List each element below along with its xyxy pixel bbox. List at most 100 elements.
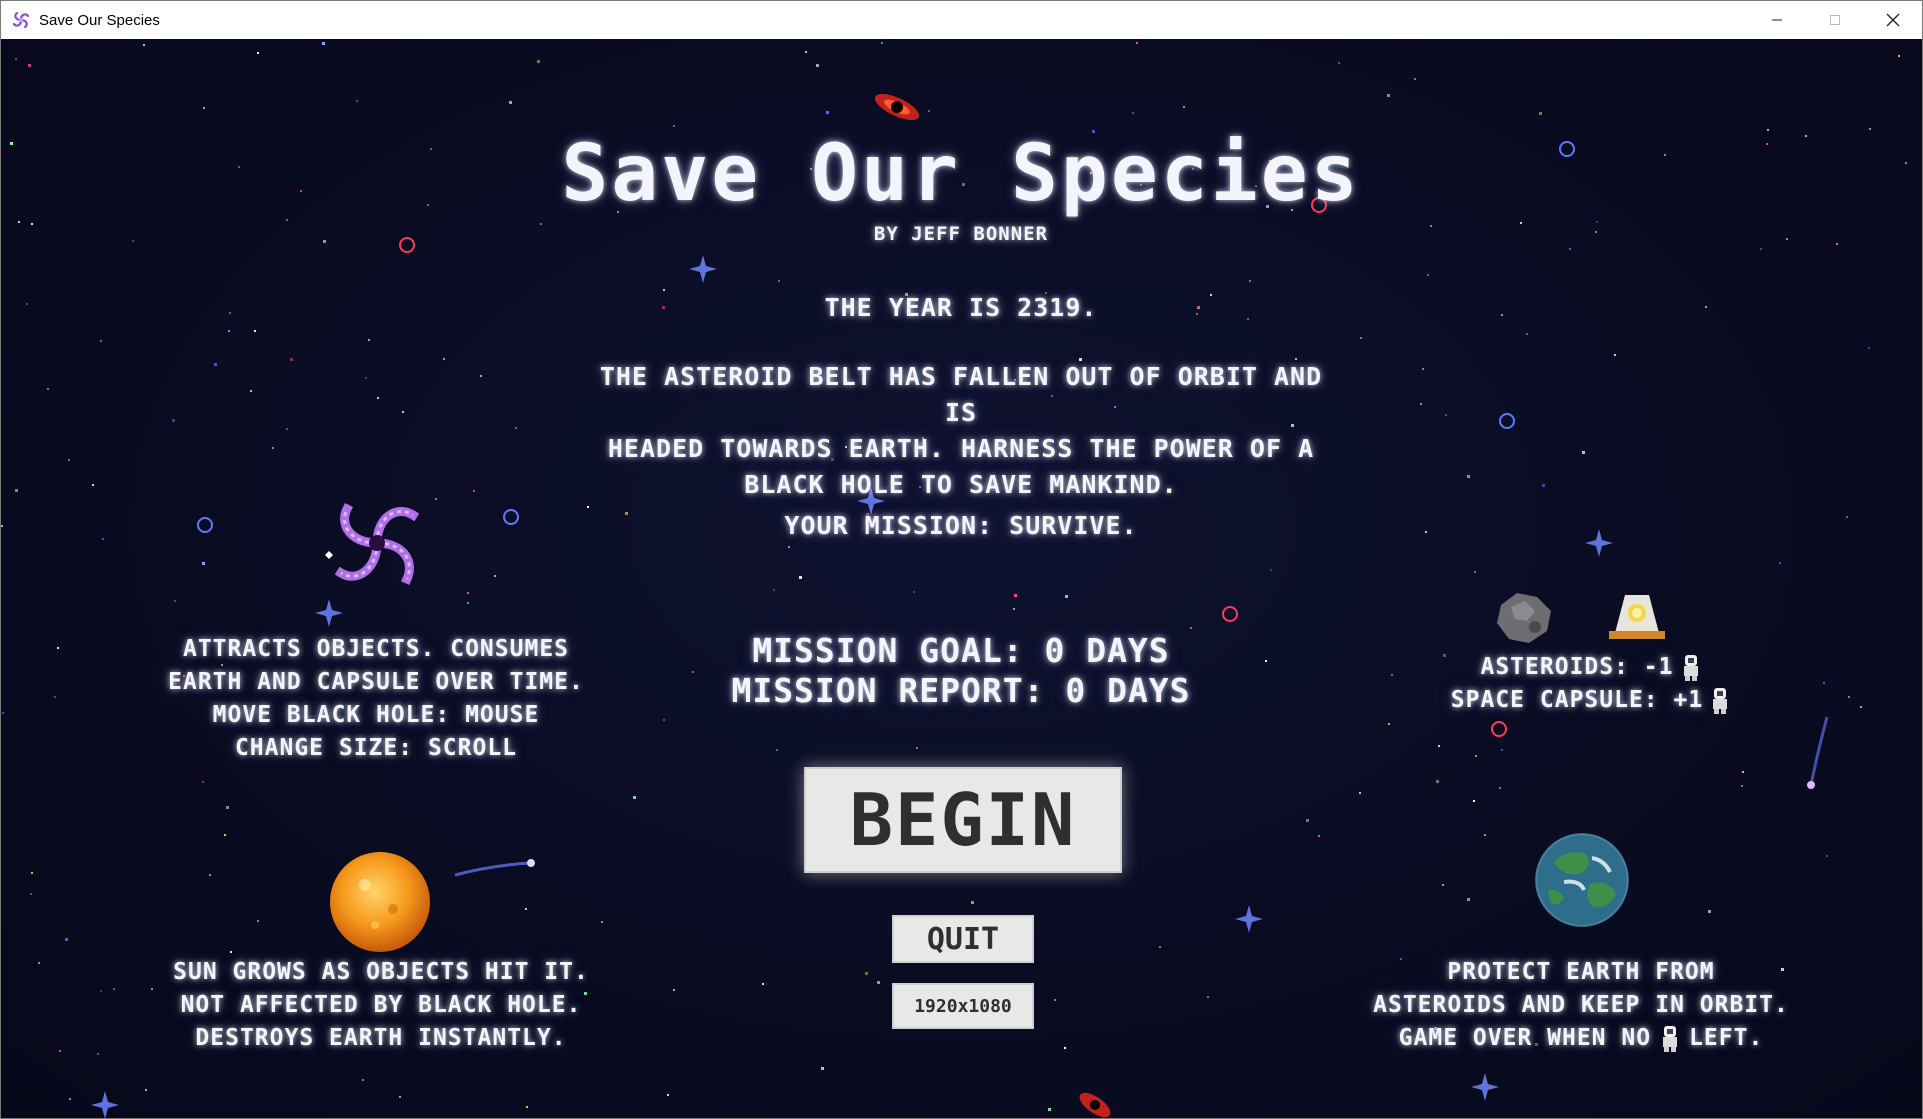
star: [1048, 1108, 1051, 1111]
star: [467, 592, 469, 594]
star: [633, 796, 636, 799]
star: [816, 64, 819, 67]
star: [31, 223, 33, 225]
sparkle-star: [689, 255, 717, 283]
star: [1767, 129, 1769, 131]
maximize-button[interactable]: [1806, 1, 1864, 39]
sparkle-star: [1585, 529, 1613, 557]
star: [1427, 274, 1429, 276]
star: [97, 1053, 99, 1055]
star: [865, 972, 868, 975]
star: [174, 600, 176, 602]
star: [1742, 771, 1744, 773]
star: [762, 983, 764, 985]
star: [1614, 354, 1616, 356]
close-button[interactable]: [1864, 1, 1922, 39]
title-bar[interactable]: Save Our Species: [1, 1, 1922, 39]
author-credit: BY JEFF BONNER: [873, 223, 1049, 245]
star: [1438, 745, 1440, 747]
star: [1318, 835, 1320, 837]
star: [1826, 855, 1828, 857]
star: [286, 428, 288, 430]
star: [805, 51, 807, 53]
minimize-icon: [1772, 19, 1782, 21]
star: [1475, 755, 1477, 757]
astronaut-icon: [1683, 654, 1698, 681]
star: [10, 142, 13, 145]
spiral-galaxy-icon: [12, 11, 30, 29]
intro-story-line: BLACK HOLE TO SAVE MANKIND.: [744, 470, 1178, 499]
star: [399, 1096, 401, 1098]
earth-help: PROTECT EARTH FROM ASTEROIDS AND KEEP IN…: [1361, 956, 1801, 1055]
sun-help: SUN GROWS AS OBJECTS HIT IT. NOT AFFECTE…: [151, 956, 611, 1055]
star: [1338, 62, 1340, 64]
star: [821, 1067, 824, 1070]
star: [15, 489, 18, 492]
star: [1869, 128, 1871, 130]
help-text: GAME OVER WHEN NO: [1398, 1025, 1652, 1051]
intro-story-line: HEADED TOWARDS EARTH. HARNESS THE POWER …: [607, 434, 1315, 463]
star: [1065, 595, 1068, 598]
star: [226, 806, 229, 809]
ring-star: [1222, 606, 1238, 622]
star: [430, 148, 432, 150]
star: [435, 498, 437, 500]
star: [1359, 792, 1361, 794]
mission-status: MISSION GOAL: 0 DAYS MISSION REPORT: 0 D…: [661, 631, 1261, 711]
capsule-line: SPACE CAPSULE: +1: [1401, 684, 1781, 717]
star: [540, 223, 542, 225]
black-hole-help: ATTRACTS OBJECTS. CONSUMES EARTH AND CAP…: [151, 633, 601, 765]
star: [480, 375, 482, 377]
star: [1766, 143, 1768, 145]
items-help: ASTEROIDS: -1 SPACE CAPSULE: +1: [1401, 651, 1781, 717]
star: [1445, 414, 1447, 416]
star: [1467, 898, 1470, 901]
star: [202, 562, 205, 565]
star: [26, 303, 28, 305]
intro-year: THE YEAR IS 2319.: [824, 293, 1098, 322]
resolution-button[interactable]: 1920x1080: [892, 983, 1034, 1029]
star: [443, 358, 445, 360]
star: [1499, 787, 1501, 789]
star: [525, 908, 527, 910]
quit-button[interactable]: QUIT: [892, 915, 1034, 963]
maximize-icon: [1830, 15, 1840, 25]
star: [1306, 819, 1309, 822]
star: [1484, 834, 1486, 836]
help-line: SUN GROWS AS OBJECTS HIT IT.: [173, 959, 589, 985]
asteroids-label: ASTEROIDS: -1: [1480, 654, 1674, 680]
star: [214, 363, 217, 366]
sparkle-star: [315, 599, 343, 627]
star: [916, 747, 918, 749]
minimize-button[interactable]: [1748, 1, 1806, 39]
star: [1159, 946, 1161, 948]
game-viewport[interactable]: Save Our Species BY JEFF BONNER THE YEAR…: [1, 39, 1922, 1118]
close-icon: [1886, 13, 1900, 27]
ring-star: [197, 517, 213, 533]
begin-button[interactable]: BEGIN: [804, 767, 1122, 873]
star: [1054, 999, 1056, 1001]
star: [778, 280, 780, 282]
star: [1422, 368, 1424, 370]
star: [1805, 135, 1807, 137]
star: [427, 204, 429, 206]
help-line: GAME OVER WHEN NO LEFT.: [1361, 1022, 1801, 1055]
star: [2, 712, 4, 714]
star: [773, 589, 775, 591]
star: [323, 240, 326, 243]
star: [509, 101, 512, 104]
star: [254, 330, 256, 332]
star: [1526, 333, 1528, 335]
star: [1823, 682, 1825, 684]
star: [362, 1079, 364, 1081]
ring-star: [1491, 721, 1507, 737]
star: [15, 58, 17, 60]
ring-star: [399, 237, 415, 253]
star: [1430, 225, 1432, 227]
star: [250, 390, 252, 392]
asteroid-icon: [1497, 593, 1551, 643]
astronaut-icon: [1663, 1025, 1678, 1052]
star: [54, 696, 56, 698]
star: [1868, 347, 1870, 349]
star: [1420, 403, 1422, 405]
